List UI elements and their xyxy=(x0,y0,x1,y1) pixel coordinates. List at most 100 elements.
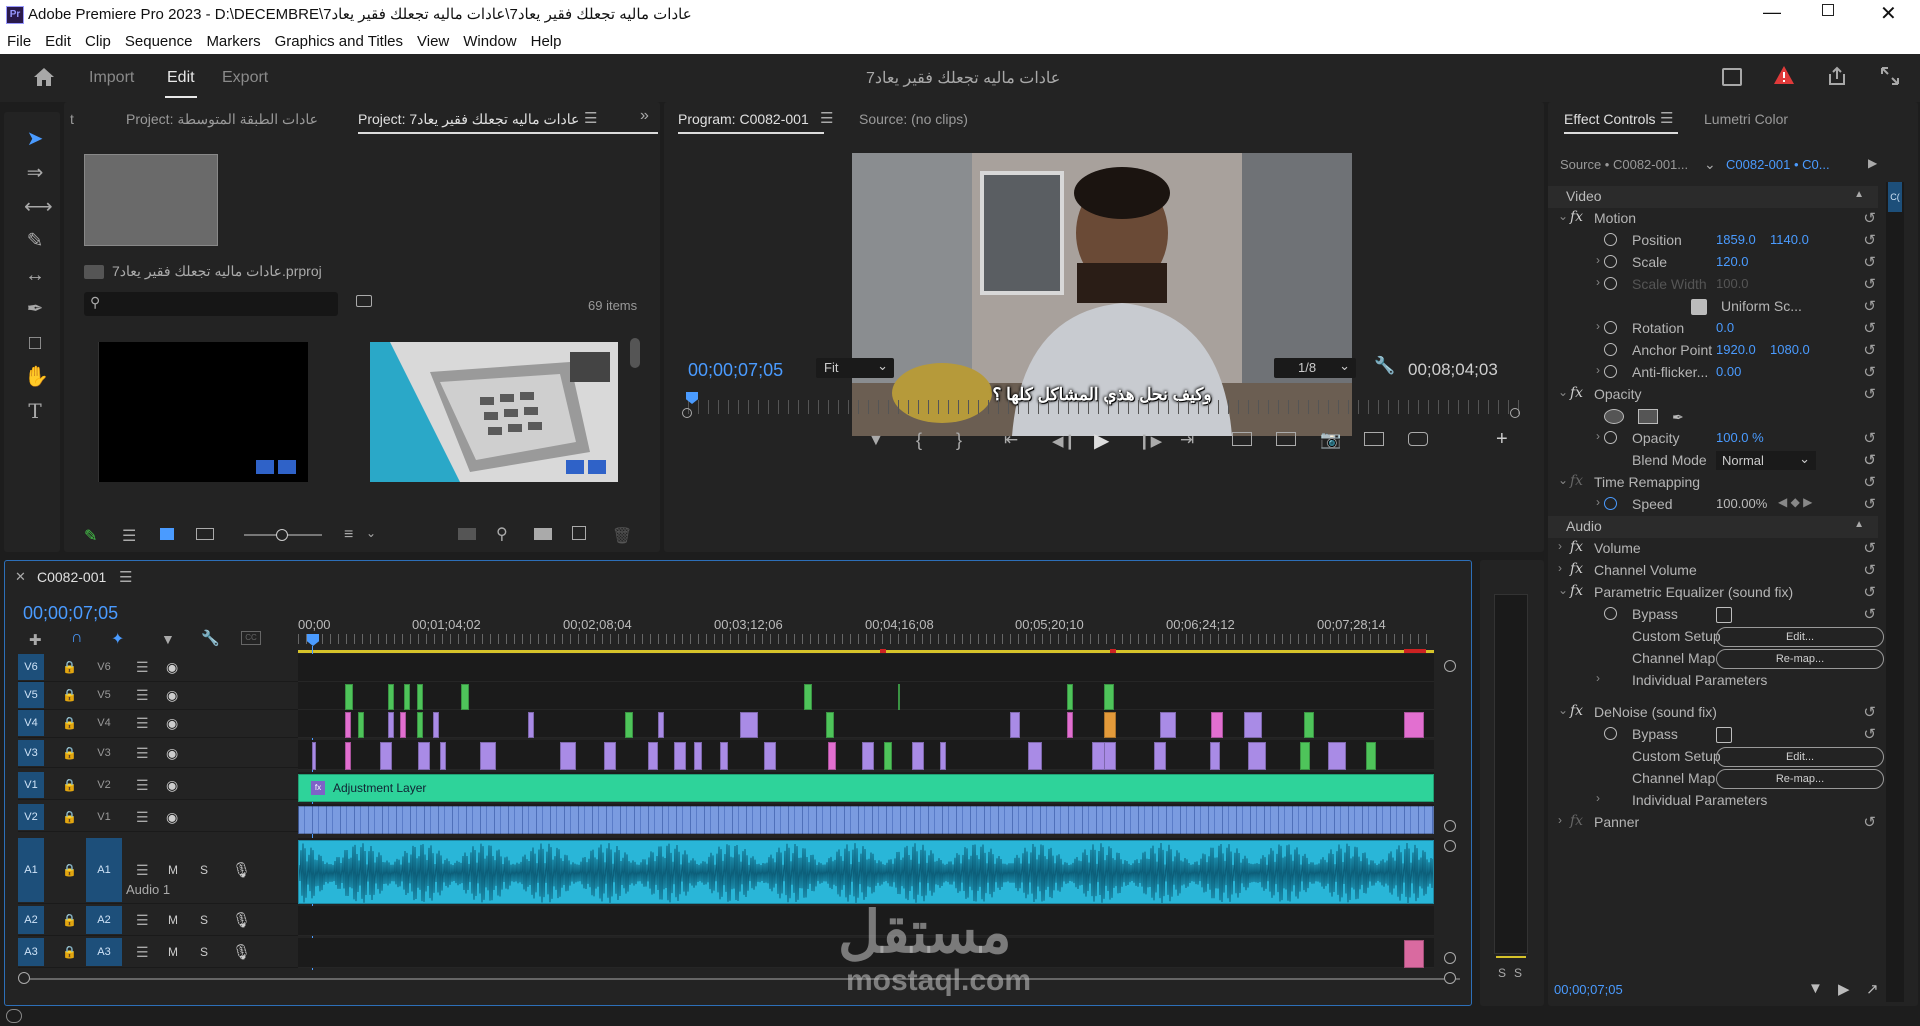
reset-icon[interactable]: ↺ xyxy=(1863,473,1876,491)
v-scroll-handle[interactable] xyxy=(1444,820,1456,832)
find-icon[interactable]: ⚲ xyxy=(496,524,508,544)
track-source-patch[interactable]: V1 xyxy=(18,772,44,798)
timeline-clip[interactable] xyxy=(1104,712,1116,738)
go-to-in-icon[interactable]: ⇤ xyxy=(1004,430,1018,450)
timeline-clip[interactable] xyxy=(1104,742,1116,770)
timeline-clip[interactable] xyxy=(388,712,394,738)
timeline-clip[interactable] xyxy=(1211,712,1223,738)
timeline-clip[interactable] xyxy=(418,742,430,770)
scrub-end-handle[interactable] xyxy=(1510,408,1520,418)
tab-source[interactable]: Source: (no clips) xyxy=(859,111,968,127)
timeline-h-scrollbar[interactable] xyxy=(20,978,1460,980)
tab-lumetri-color[interactable]: Lumetri Color xyxy=(1704,111,1788,127)
h-scroll-right-handle[interactable] xyxy=(1444,972,1456,984)
snap-icon[interactable]: ∩ xyxy=(71,629,83,647)
lock-icon[interactable]: 🔒 xyxy=(62,863,77,877)
timeline-timecode[interactable]: 00;00;07;05 xyxy=(23,603,118,624)
track-select-icon[interactable]: ⇒ xyxy=(24,162,46,184)
track-target[interactable]: A3 xyxy=(86,938,122,966)
stopwatch-icon[interactable] xyxy=(1604,277,1617,290)
timeline-clip[interactable] xyxy=(528,712,534,738)
menu-graphics-and-titles[interactable]: Graphics and Titles xyxy=(268,30,410,50)
chevron-down-icon[interactable]: ⌄ xyxy=(1558,583,1568,597)
ec-timeline-strip[interactable]: C( xyxy=(1886,182,1904,1002)
menu-file[interactable]: File xyxy=(0,30,38,50)
timeline-clip[interactable] xyxy=(404,684,410,710)
track-source-patch[interactable]: V2 xyxy=(18,804,44,830)
track-header-timeline.video_tracks.3.tgt[interactable]: V3 🔒 V3 ☰ ◉ xyxy=(18,740,298,768)
menu-view[interactable]: View xyxy=(410,30,456,50)
fx-icon[interactable]: fx xyxy=(1570,385,1583,401)
stopwatch-icon[interactable] xyxy=(1604,607,1617,620)
eye-icon[interactable]: ◉ xyxy=(166,809,178,826)
track-header-timeline.audio_tracks.1.tgt[interactable]: A2 🔒 A2 ☰ M S 🎙 xyxy=(18,906,298,936)
export-frame-icon[interactable]: 📷 xyxy=(1320,430,1341,450)
panel-menu-icon[interactable]: ☰ xyxy=(820,109,833,127)
video-frame[interactable]: وكيف نحل هذي المشاكل كلها ؟ xyxy=(852,153,1352,436)
ec-footer-time[interactable]: 00;00;07;05 xyxy=(1554,982,1623,997)
chevron-right-icon[interactable]: › xyxy=(1596,363,1600,377)
timeline-clip[interactable] xyxy=(400,712,406,738)
timeline-clip[interactable] xyxy=(1300,742,1310,770)
audio-clip-a3[interactable] xyxy=(1404,940,1424,968)
track-target[interactable]: V4 xyxy=(86,710,122,736)
resolution-dropdown[interactable]: 1/8 ⌄ xyxy=(1274,358,1356,378)
timeline-clip[interactable] xyxy=(1404,712,1424,738)
reset-icon[interactable]: ↺ xyxy=(1863,231,1876,249)
track-header-timeline.audio_tracks.0.tgt[interactable]: A1 🔒 A1 ☰ M S 🎙 Audio 1 xyxy=(18,838,298,904)
ec-value[interactable]: 1920.0 xyxy=(1716,342,1756,357)
fit-dropdown[interactable]: Fit ⌄ xyxy=(816,358,894,378)
ec-value[interactable]: 100.00% xyxy=(1716,496,1767,511)
track-target[interactable]: V5 xyxy=(86,682,122,708)
menu-help[interactable]: Help xyxy=(524,30,569,50)
eye-icon[interactable]: ◉ xyxy=(166,659,178,676)
eye-icon[interactable]: ◉ xyxy=(166,715,178,732)
freeform-view-icon[interactable] xyxy=(196,528,214,540)
fx-icon[interactable]: fx xyxy=(1570,539,1583,555)
ec-target[interactable]: C0082-001 • C0... xyxy=(1726,157,1830,172)
menu-edit[interactable]: Edit xyxy=(38,30,78,50)
menu-clip[interactable]: Clip xyxy=(78,30,118,50)
lock-icon[interactable]: 🔒 xyxy=(62,913,77,927)
track-target[interactable]: V6 xyxy=(86,654,122,680)
track-source-patch[interactable]: V5 xyxy=(18,682,44,708)
step-back-icon[interactable]: ◀❙ xyxy=(1052,432,1076,450)
solo-right[interactable]: S xyxy=(1514,966,1522,980)
timeline-clip[interactable] xyxy=(604,742,616,770)
timeline-clip[interactable] xyxy=(1154,742,1166,770)
main-video-clip[interactable] xyxy=(298,806,1434,834)
eye-icon[interactable]: ◉ xyxy=(166,687,178,704)
automate-icon[interactable] xyxy=(458,528,476,540)
ec-value[interactable]: 100.0 xyxy=(1716,276,1749,291)
razor-icon[interactable]: ✎ xyxy=(24,230,46,252)
timeline-clip[interactable] xyxy=(898,684,900,710)
timeline-clip[interactable] xyxy=(648,742,658,770)
timeline-clip[interactable] xyxy=(440,742,446,770)
chevron-right-icon[interactable]: › xyxy=(1596,495,1600,509)
timeline-clip[interactable] xyxy=(740,712,758,738)
stopwatch-icon[interactable] xyxy=(1604,255,1617,268)
close-icon[interactable]: ✕ xyxy=(1880,1,1897,26)
program-current-time[interactable]: 00;00;07;05 xyxy=(688,360,783,381)
tab-sequence[interactable]: C0082-001 xyxy=(37,569,106,585)
slip-icon[interactable]: ↔ xyxy=(24,264,46,286)
sync-lock-icon[interactable]: ☰ xyxy=(136,659,149,676)
timeline-clip[interactable] xyxy=(804,684,812,710)
bypass-checkbox[interactable] xyxy=(1716,727,1732,743)
timeline-clip[interactable] xyxy=(912,742,924,770)
chevron-right-icon[interactable]: › xyxy=(1596,253,1600,267)
mute-button[interactable]: M xyxy=(168,945,178,959)
menu-sequence[interactable]: Sequence xyxy=(118,30,200,50)
fx-icon[interactable]: fx xyxy=(1570,561,1583,577)
add-button-icon[interactable]: + xyxy=(1496,428,1508,451)
collapse-up-icon[interactable]: ▲ xyxy=(1854,519,1864,530)
microphone-icon[interactable]: 🎙 xyxy=(232,861,251,879)
timeline-clip[interactable] xyxy=(380,742,392,770)
mute-button[interactable]: M xyxy=(168,913,178,927)
sync-lock-icon[interactable]: ☰ xyxy=(136,912,149,929)
sync-lock-icon[interactable]: ☰ xyxy=(136,809,149,826)
timeline-clip[interactable] xyxy=(1067,712,1073,738)
timeline-clip[interactable] xyxy=(1028,742,1042,770)
solo-left[interactable]: S xyxy=(1498,966,1506,980)
lock-icon[interactable]: 🔒 xyxy=(62,945,77,959)
